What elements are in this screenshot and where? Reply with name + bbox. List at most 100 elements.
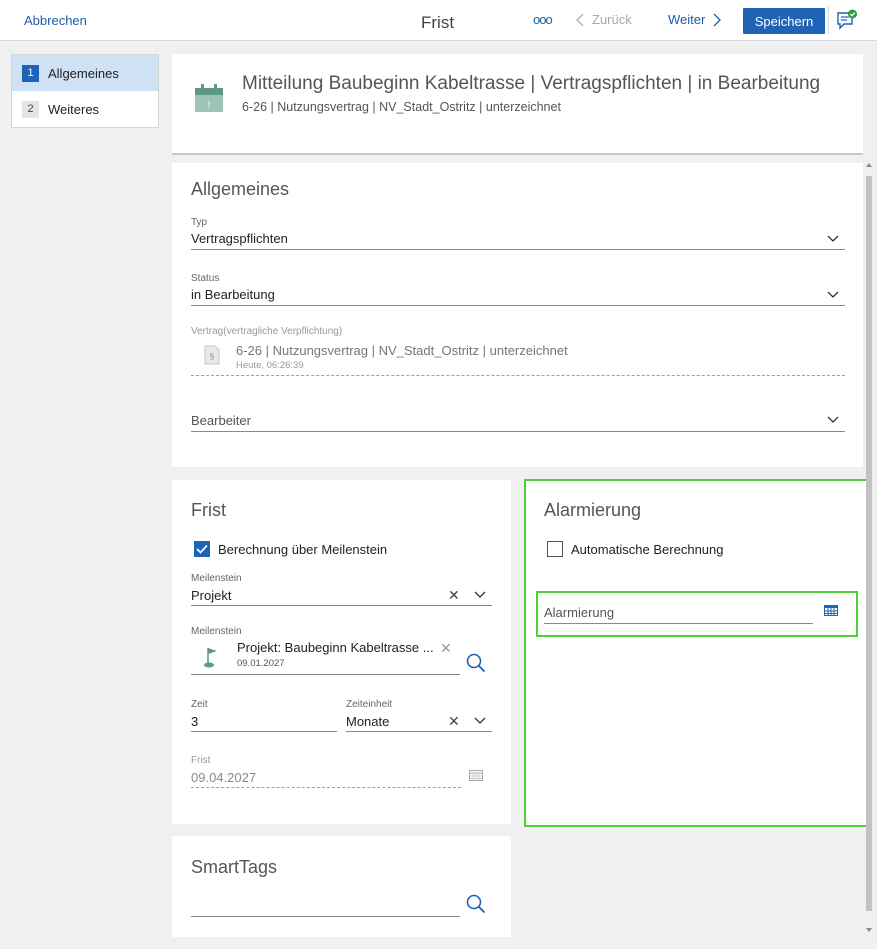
section-title: Alarmierung [544,500,642,520]
zeit-input[interactable]: 3 [191,711,337,733]
scrollbar-thumb[interactable] [866,176,872,911]
meilenstein2-field[interactable]: Projekt: Baubeginn Kabeltrasse ... 09.01… [191,638,460,674]
general-section: Allgemeines Typ Vertragspflichten Status… [172,163,863,467]
status-value: in Bearbeitung [191,287,275,302]
save-button[interactable]: Speichern [743,8,825,34]
back-button[interactable]: Zurück [576,12,632,27]
meilenstein2-value: Projekt: Baubeginn Kabeltrasse ... [237,640,434,655]
meilenstein2-underline [191,674,460,675]
zeiteinheit-underline [346,731,492,732]
checkbox-label: Berechnung über Meilenstein [218,542,388,557]
step-label: Allgemeines [48,65,119,81]
calendar-grid-icon [469,770,483,781]
step-number: 1 [22,64,39,82]
vertrag-label: Vertrag(vertragliche Verpflichtung) [191,326,343,337]
calendar-grid-icon[interactable] [824,605,838,616]
alarm-underline [544,623,813,624]
calendar-icon: ! [195,84,223,112]
auto-calc-checkbox[interactable]: Automatische Berechnung [547,541,767,559]
next-button[interactable]: Weiter [668,12,722,27]
scroll-up-arrow-icon[interactable] [866,161,872,169]
more-options-button[interactable]: ooo [533,12,553,27]
frist-date-underline [191,787,461,788]
top-bar: Abbrechen Frist ooo Zurück Weiter Speich… [0,0,877,41]
zeiteinheit-select[interactable]: Monate ✕ [346,711,492,733]
next-label: Weiter [668,12,706,27]
vertrag-underline [191,375,845,376]
frist-section: Frist Berechnung über Meilenstein Meilen… [172,480,511,824]
checkbox-box [547,541,563,557]
vertrag-value: 6-26 | Nutzungsvertrag | NV_Stadt_Ostrit… [236,343,568,358]
checkmark-icon [196,544,208,554]
back-label: Zurück [592,12,632,27]
alarm-section: Alarmierung Automatische Berechnung Alar… [524,479,868,827]
checkbox-label: Automatische Berechnung [571,542,724,557]
clear-icon[interactable]: ✕ [448,588,460,602]
alarm-date-input[interactable]: Alarmierung [544,603,813,623]
contract-document-icon: § [204,345,220,365]
cancel-button[interactable]: Abbrechen [24,13,87,28]
smarttags-section: SmartTags [172,836,511,937]
status-select[interactable]: in Bearbeitung [191,285,845,307]
chevron-left-icon [576,13,584,26]
meilenstein1-underline [191,605,492,606]
chevron-down-icon [827,416,839,423]
frist-date-field: 09.04.2027 [191,767,483,789]
typ-value: Vertragspflichten [191,231,288,246]
search-icon[interactable] [466,894,486,914]
zeit-value: 3 [191,714,199,729]
zeit-underline [191,731,337,732]
svg-text:!: ! [208,100,211,111]
step-weiteres[interactable]: 2 Weiteres [12,91,158,127]
section-title: SmartTags [191,857,278,877]
chevron-down-icon [474,591,486,598]
wizard-steps: 1 Allgemeines 2 Weiteres [11,54,159,128]
chevron-down-icon [474,717,486,724]
zeiteinheit-value: Monate [346,714,390,729]
typ-underline [191,249,845,250]
vertrag-meta: Heute, 06:26:39 [236,360,304,371]
bearbeiter-select[interactable]: Bearbeiter [191,411,845,433]
typ-select[interactable]: Vertragspflichten [191,229,845,251]
alarm-field-highlight: Alarmierung [536,591,858,637]
clear-icon[interactable]: ✕ [448,714,460,728]
clear-icon[interactable]: ✕ [440,641,452,655]
chevron-down-icon [827,291,839,298]
toolbar-divider [828,6,829,34]
status-underline [191,305,845,306]
chat-check-icon[interactable] [836,9,858,31]
zeit-label: Zeit [191,699,208,710]
scroll-down-arrow-icon[interactable] [866,926,872,934]
step-number: 2 [22,100,39,118]
svg-text:§: § [210,352,214,361]
frist-date-label: Frist [191,755,211,766]
checkbox-box [194,541,210,557]
milestone-checkbox[interactable]: Berechnung über Meilenstein [194,541,434,559]
search-icon[interactable] [466,653,486,673]
smarttags-input[interactable] [191,894,460,916]
step-allgemeines[interactable]: 1 Allgemeines [12,55,158,91]
zeiteinheit-label: Zeiteinheit [346,699,393,710]
bearbeiter-placeholder: Bearbeiter [191,413,251,428]
vertrag-field: § 6-26 | Nutzungsvertrag | NV_Stadt_Ostr… [191,341,845,373]
step-label: Weiteres [48,101,100,117]
page-title: Frist [421,13,455,32]
chevron-down-icon [827,235,839,242]
meilenstein1-label: Meilenstein [191,573,242,584]
typ-label: Typ [191,217,208,228]
meilenstein1-value: Projekt [191,588,232,603]
section-title: Allgemeines [191,179,290,199]
frist-date-value: 09.04.2027 [191,770,257,785]
record-title: Mitteilung Baubeginn Kabeltrasse | Vertr… [242,73,821,94]
status-label: Status [191,273,220,284]
chevron-right-icon [713,13,722,26]
record-header: ! Mitteilung Baubeginn Kabeltrasse | Ver… [172,54,863,155]
record-subtitle: 6-26 | Nutzungsvertrag | NV_Stadt_Ostrit… [242,100,561,114]
bearbeiter-underline [191,431,845,432]
meilenstein1-select[interactable]: Projekt ✕ [191,585,492,607]
meilenstein2-date: 09.01.2027 [237,658,285,669]
milestone-flag-icon [204,648,217,668]
smarttags-underline [191,916,460,917]
meilenstein2-label: Meilenstein [191,626,242,637]
section-title: Frist [191,500,226,520]
